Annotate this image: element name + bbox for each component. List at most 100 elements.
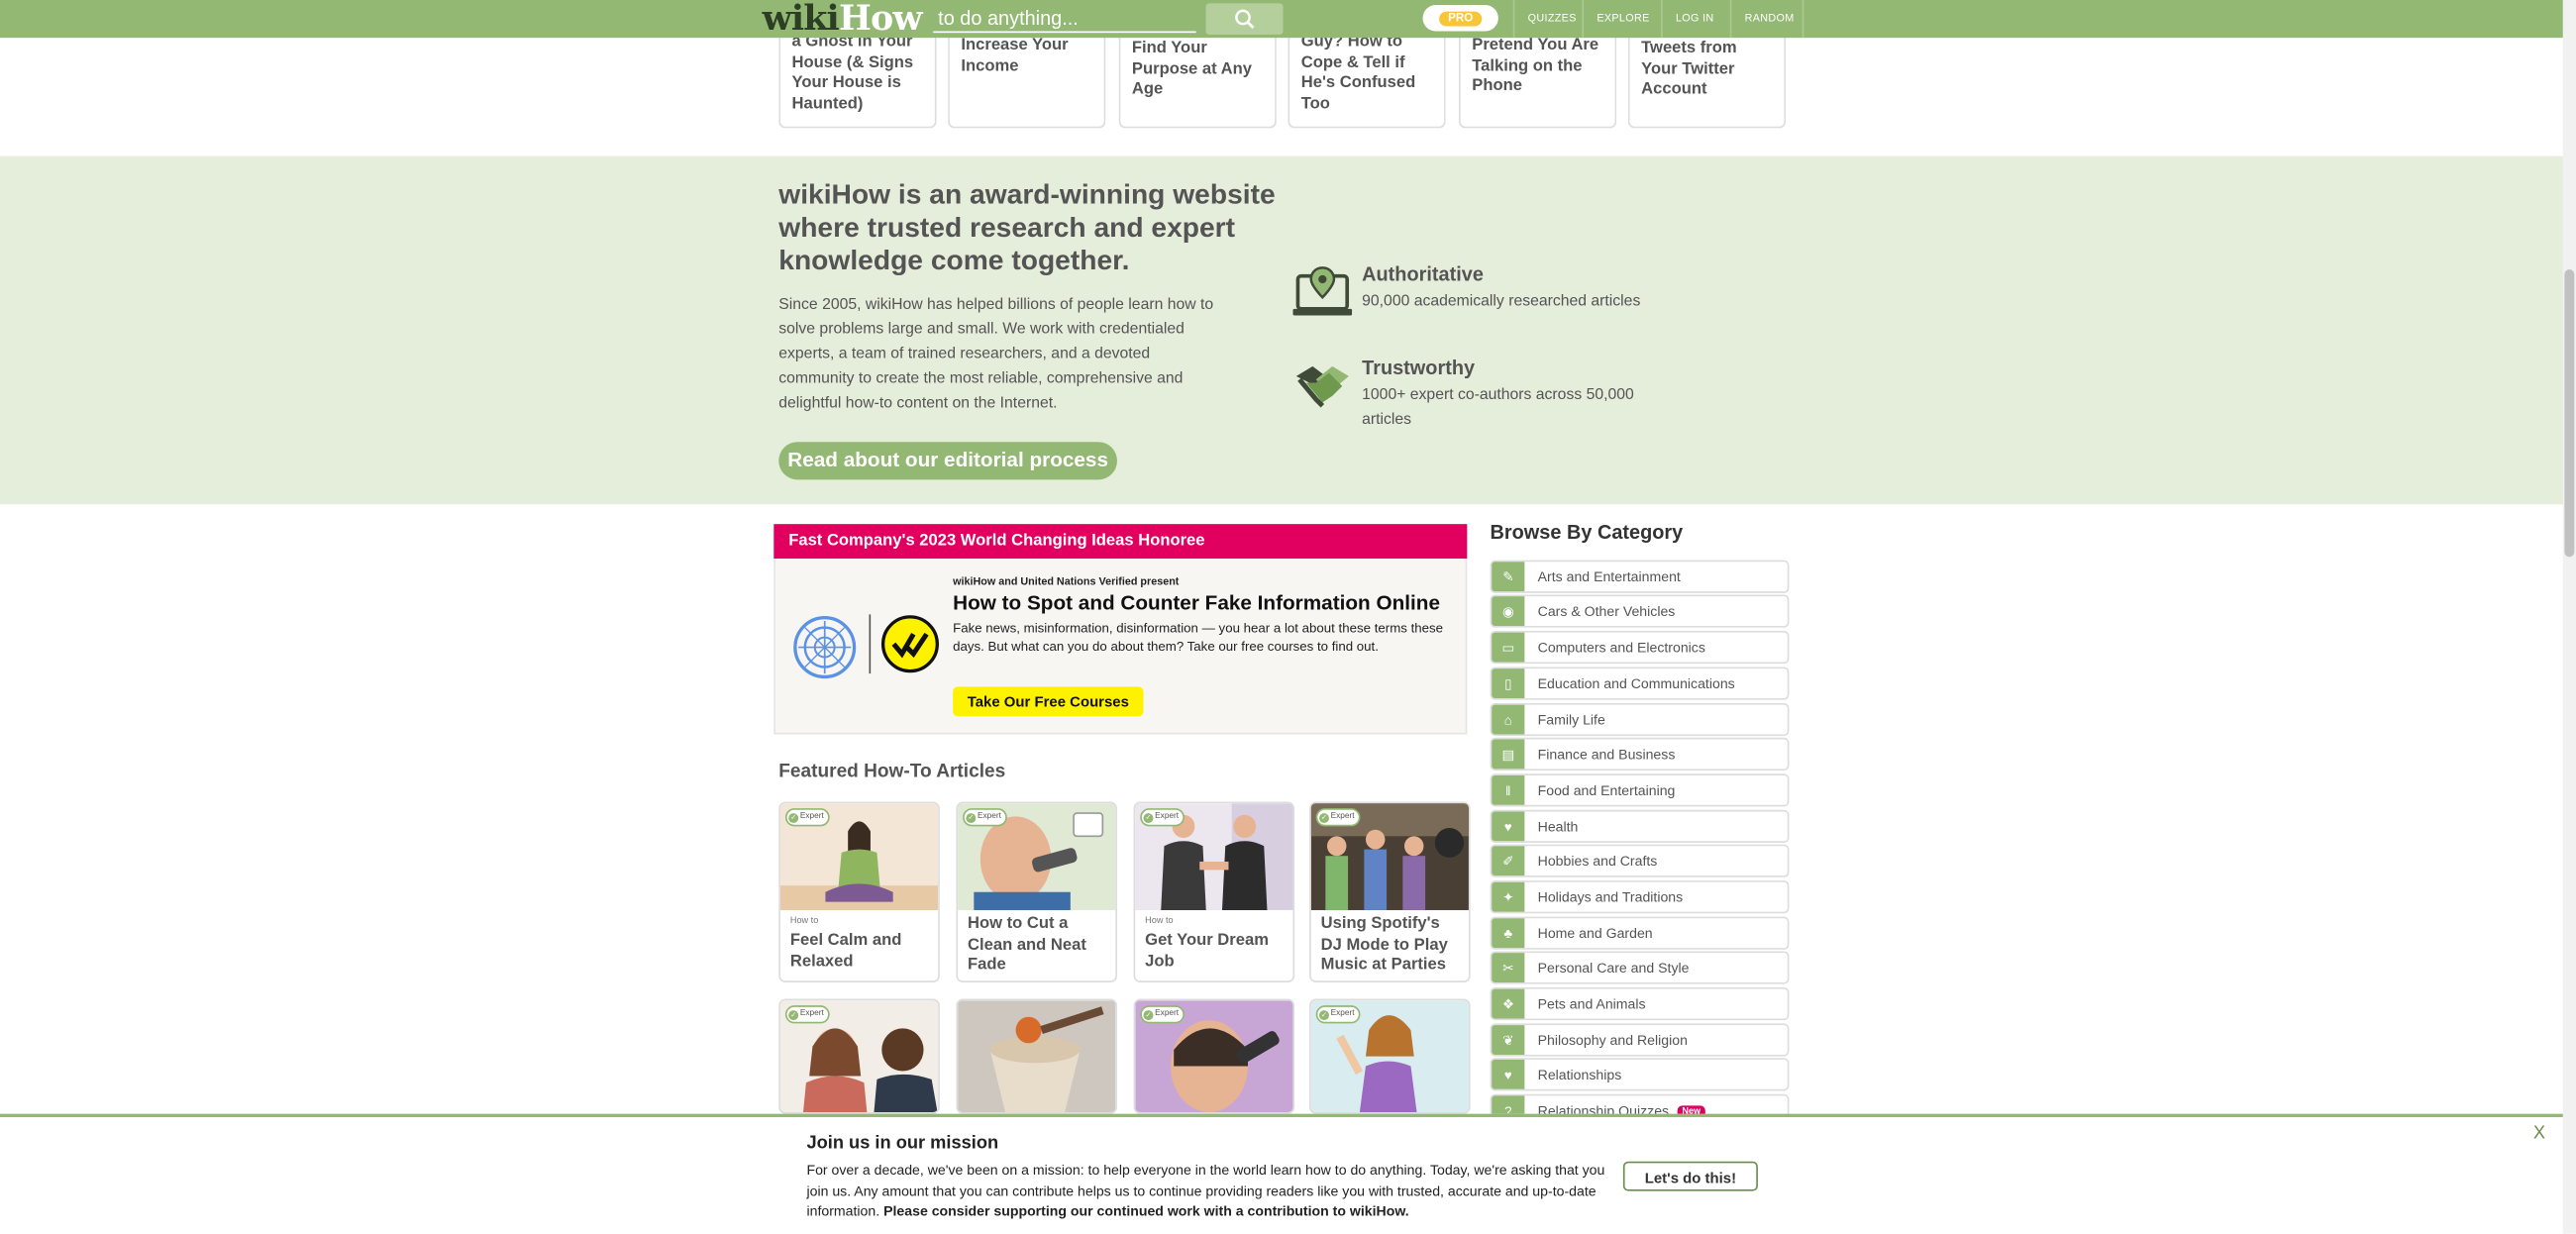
related-article-card[interactable]: Pretend You Are Talking on the Phone — [1459, 23, 1617, 129]
party-icon: ✦ — [1492, 881, 1525, 912]
editorial-process-button[interactable]: Read about our editorial process — [778, 442, 1117, 480]
un-emblem-icon — [793, 616, 857, 679]
award-section: wikiHow is an award-winning website wher… — [0, 155, 2576, 505]
lets-do-this-button[interactable]: Let's do this! — [1622, 1161, 1758, 1191]
book-icon: ▯ — [1492, 668, 1525, 698]
related-article-card[interactable]: a Ghost in Your House (& Signs Your Hous… — [778, 23, 937, 129]
category-cars[interactable]: ◉ Cars & Other Vehicles — [1490, 594, 1790, 628]
article-title: How to Cut a Clean and Neat Fade — [968, 914, 1086, 975]
nav-explore[interactable]: EXPLORE — [1582, 0, 1662, 39]
article-card[interactable]: ✓ Expert How to Cut a Clean and Neat Fade — [956, 801, 1117, 982]
badge-label: Expert — [799, 811, 824, 822]
category-label: Health — [1537, 818, 1579, 835]
category-personal-care[interactable]: ✂ Personal Care and Style — [1490, 951, 1790, 984]
fast-company-header: Fast Company's 2023 World Changing Ideas… — [773, 524, 1468, 559]
logo-divider — [869, 614, 872, 674]
category-label: Arts and Entertainment — [1537, 567, 1681, 585]
feature-desc: 90,000 academically researched articles — [1362, 292, 1641, 311]
search-icon — [1235, 9, 1255, 29]
search-button[interactable] — [1205, 3, 1284, 35]
category-label: Education and Communications — [1537, 674, 1735, 692]
category-label: Computers and Electronics — [1537, 639, 1705, 656]
award-description: Since 2005, wikiHow has helped billions … — [778, 295, 1214, 413]
fork-knife-icon: ǁ — [1492, 774, 1525, 805]
category-label: Hobbies and Crafts — [1537, 852, 1658, 870]
logo-how: How — [838, 0, 923, 39]
pro-button[interactable]: PRO — [1422, 4, 1498, 32]
category-home-garden[interactable]: ♣ Home and Garden — [1490, 916, 1790, 950]
palette-icon: ✎ — [1492, 562, 1525, 592]
article-card[interactable]: ✓ Expert — [778, 998, 940, 1114]
badge-label: Expert — [977, 811, 1001, 822]
category-family[interactable]: ⌂ Family Life — [1490, 702, 1790, 737]
article-title: Using Spotify's DJ Mode to Play Music at… — [1320, 914, 1448, 975]
paw-icon: ❖ — [1492, 988, 1525, 1019]
article-card[interactable]: ✓ Expert How to Feel Calm and Relaxed — [778, 801, 940, 982]
category-hobbies[interactable]: ✐ Hobbies and Crafts — [1490, 844, 1790, 877]
badge-label: Expert — [799, 1008, 824, 1019]
category-health[interactable]: ♥ Health — [1490, 809, 1790, 843]
expert-badge: ✓ Expert — [784, 808, 831, 827]
check-icon: ✓ — [966, 812, 977, 823]
related-article-card[interactable]: Increase Your Income — [948, 23, 1106, 129]
category-label: Philosophy and Religion — [1537, 1031, 1688, 1049]
lotus-icon: ❦ — [1492, 1025, 1525, 1055]
category-label: Pets and Animals — [1537, 995, 1646, 1012]
article-card[interactable] — [956, 998, 1117, 1114]
expert-badge: ✓ Expert — [1315, 808, 1362, 827]
wikihow-logo[interactable]: wikiHow — [763, 0, 923, 39]
category-label: Personal Care and Style — [1537, 959, 1690, 977]
category-relationships[interactable]: ♥ Relationships — [1490, 1058, 1790, 1091]
category-finance[interactable]: ▤ Finance and Business — [1490, 737, 1790, 771]
expert-badge: ✓ Expert — [1315, 1005, 1362, 1024]
category-food[interactable]: ǁ Food and Entertaining — [1490, 773, 1790, 807]
article-card[interactable]: ✓ Expert Using Spotify's DJ Mode to Play … — [1309, 801, 1471, 982]
nav-quizzes[interactable]: QUIZZES — [1512, 0, 1590, 39]
banner-bold: Please consider supporting our continued… — [883, 1202, 1409, 1219]
nav-random[interactable]: RANDOM — [1729, 0, 1807, 39]
category-pets[interactable]: ❖ Pets and Animals — [1490, 986, 1790, 1021]
heartbeat-icon: ♥ — [1492, 811, 1525, 842]
close-banner-button[interactable]: X — [2533, 1124, 2545, 1144]
brush-icon: ✐ — [1492, 846, 1525, 876]
category-label: Cars & Other Vehicles — [1537, 602, 1676, 620]
category-computers[interactable]: ▭ Computers and Electronics — [1490, 630, 1790, 665]
nav-login[interactable]: LOG IN — [1661, 0, 1727, 39]
take-free-courses-button[interactable]: Take Our Free Courses — [953, 686, 1144, 717]
banner-text: For over a decade, we've been on a missi… — [806, 1160, 1611, 1221]
feature-desc: 1000+ expert co-authors across 50,000 ar… — [1362, 385, 1634, 429]
handshake-icon — [1295, 365, 1349, 408]
expert-badge: ✓ Expert — [1140, 808, 1185, 827]
banner-title: Join us in our mission — [806, 1133, 999, 1154]
related-article-card[interactable]: Tweets from Your Twitter Account — [1627, 23, 1787, 129]
expert-badge: ✓ Expert — [963, 808, 1008, 827]
award-heading: wikiHow is an award-winning website wher… — [778, 178, 1276, 276]
category-philosophy[interactable]: ❦ Philosophy and Religion — [1490, 1023, 1790, 1057]
house-icon: ⌂ — [1492, 704, 1525, 735]
search-input[interactable]: to do anything... — [933, 5, 1196, 34]
category-arts[interactable]: ✎ Arts and Entertainment — [1490, 560, 1790, 593]
category-label: Holidays and Traditions — [1537, 888, 1684, 905]
category-holidays[interactable]: ✦ Holidays and Traditions — [1490, 880, 1790, 914]
page-scrollbar[interactable] — [2562, 0, 2576, 1234]
related-article-card[interactable]: Find Your Purpose at Any Age — [1118, 23, 1277, 129]
article-card[interactable]: ✓ Expert How to Get Your Dream Job — [1133, 801, 1295, 982]
heart-icon: ♥ — [1492, 1059, 1525, 1089]
category-education[interactable]: ▯ Education and Communications — [1490, 667, 1790, 700]
check-icon: ✓ — [788, 1009, 799, 1020]
feature-title: Authoritative — [1362, 262, 1484, 286]
pro-label: PRO — [1439, 10, 1482, 26]
chart-icon: ▤ — [1492, 739, 1525, 770]
badge-label: Expert — [1330, 811, 1355, 822]
article-card[interactable]: ✓ Expert — [1133, 998, 1295, 1114]
badge-label: Expert — [1155, 1008, 1180, 1019]
badge-label: Expert — [1330, 1008, 1355, 1019]
article-title: Feel Calm and Relaxed — [789, 931, 902, 971]
fake-info-course-promo: wikiHow and United Nations Verified pres… — [773, 558, 1468, 735]
article-howto: How to — [1145, 916, 1174, 927]
check-icon: ✓ — [1143, 812, 1154, 823]
scrollbar-thumb[interactable] — [2564, 269, 2575, 558]
promo-title[interactable]: How to Spot and Counter Fake Information… — [953, 591, 1440, 614]
related-article-card[interactable]: Guy? How to Cope & Tell if He's Confused… — [1288, 23, 1446, 129]
article-card[interactable]: ✓ Expert — [1309, 998, 1471, 1114]
